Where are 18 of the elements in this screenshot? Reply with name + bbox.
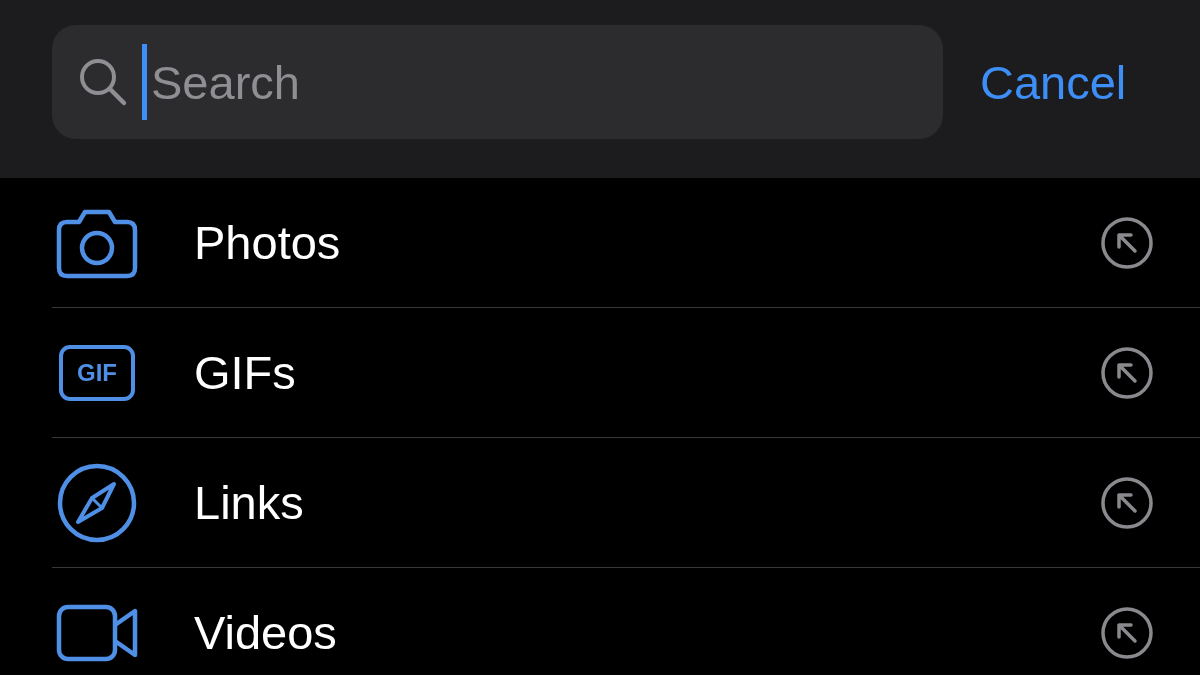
list-item[interactable]: Videos (52, 568, 1200, 675)
list-item[interactable]: Links (52, 438, 1200, 568)
item-label: Videos (194, 605, 338, 660)
list-item[interactable]: GIF GIFs (52, 308, 1200, 438)
gif-icon-label: GIF (77, 358, 117, 387)
arrow-circle-icon[interactable] (1100, 475, 1154, 530)
arrow-circle-icon[interactable] (1100, 215, 1154, 270)
item-label: Links (194, 475, 305, 530)
search-input[interactable]: Search (151, 54, 851, 110)
list-item[interactable]: Photos (52, 178, 1200, 308)
cancel-button[interactable]: Cancel (980, 54, 1127, 110)
arrow-circle-icon[interactable] (1100, 605, 1154, 660)
search-icon (78, 57, 128, 107)
search-field[interactable]: Search (52, 25, 943, 139)
arrow-circle-icon[interactable] (1100, 345, 1154, 400)
item-label: GIFs (194, 345, 297, 400)
item-label: Photos (194, 215, 342, 270)
compass-icon (56, 461, 138, 544)
